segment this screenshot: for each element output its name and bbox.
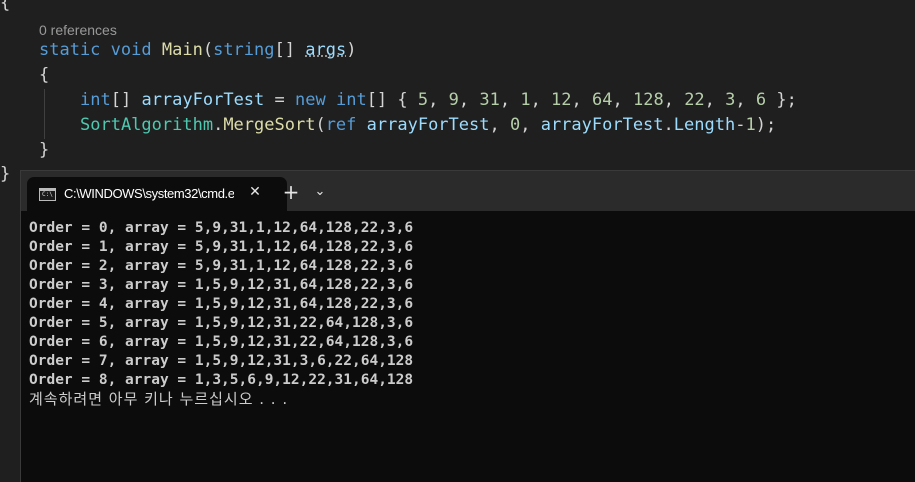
press-any-key-prompt: 계속하려면 아무 키나 누르십시오 . . . [29,390,289,408]
num: 5 [417,90,429,110]
type-int: int [80,90,111,110]
dot: . [663,115,674,135]
assign-op: = [264,90,295,110]
num: 6 [755,90,767,110]
output-line: Order = 4, array = 1,5,9,12,31,64,128,22… [29,296,414,312]
keyword-void: void [110,40,152,60]
num: 31 [479,90,500,110]
output-line: Order = 1, array = 5,9,31,1,12,64,128,22… [29,239,414,255]
paren-close-semicolon: ); [755,115,777,135]
cmd-icon-text: C:\ [42,191,53,198]
method-MergeSort: MergeSort [223,115,316,135]
initializer-close: }; [766,90,797,110]
terminal-tab-bar: C:\ C:\WINDOWS\system32\cmd.exe ✕ + ⌄ [21,171,915,211]
code-editor[interactable]: { 0 references static void Main(string[]… [0,0,915,190]
method-name: Main [161,40,203,60]
param-args: args [305,40,347,60]
class-open-brace: { [0,0,11,13]
type-int-2: int [335,90,367,110]
minus: - [735,115,746,135]
paren-close: ) [346,40,357,60]
tab-title: C:\WINDOWS\system32\cmd.exe [64,186,234,201]
console-output[interactable]: Order = 0, array = 5,9,31,1,12,64,128,22… [29,219,413,409]
num: 22 [684,90,705,110]
paren-open: ( [315,115,326,135]
mergesort-call-line: SortAlgorithm.MergeSort(ref arrayForTest… [80,115,776,135]
comma: , [489,115,510,135]
prop-Length: Length [673,115,736,135]
indent-guide [44,89,45,139]
keyword-ref: ref [325,115,357,135]
array-brackets: [] [110,90,132,110]
array-declaration-line: int[] arrayForTest = new int[] { 5, 9, 3… [80,90,797,110]
method-signature-line: static void Main(string[] args) [39,40,356,60]
paren-open: ( [202,40,214,60]
output-line: Order = 5, array = 1,5,9,12,31,22,64,128… [29,315,414,331]
output-line: Order = 2, array = 5,9,31,1,12,64,128,22… [29,258,414,274]
arg-zero: 0 [509,115,521,135]
num-one: 1 [745,115,756,135]
codelens-references[interactable]: 0 references [39,22,117,38]
class-close-brace: } [0,164,11,184]
output-line: Order = 3, array = 1,5,9,12,31,64,128,22… [29,277,414,293]
output-line: Order = 6, array = 1,5,9,12,31,22,64,128… [29,334,414,350]
keyword-new: new [295,90,326,110]
terminal-tab[interactable]: C:\ C:\WINDOWS\system32\cmd.exe ✕ [27,177,287,211]
num: 3 [725,90,736,110]
array-brackets: [] [274,40,295,60]
num: 64 [592,90,613,110]
method-body-open: { [39,65,50,85]
var-arrayForTest: arrayForTest [141,90,265,110]
output-line: Order = 7, array = 1,5,9,12,31,3,6,22,64… [29,353,414,369]
num: 128 [632,90,664,110]
type-string: string [213,40,275,60]
cmd-icon: C:\ [39,188,56,201]
num: 12 [551,90,572,110]
comma: , [520,115,541,135]
close-icon[interactable]: ✕ [245,182,265,202]
num: 9 [448,90,459,110]
class-SortAlgorithm: SortAlgorithm [80,115,214,135]
terminal-window[interactable]: C:\ C:\WINDOWS\system32\cmd.exe ✕ + ⌄ Or… [20,170,915,482]
output-line: Order = 8, array = 1,3,5,6,9,12,22,31,64… [29,372,414,388]
keyword-static: static [39,40,101,60]
chevron-down-icon[interactable]: ⌄ [311,182,329,202]
method-body-close: } [39,140,50,160]
initializer-open: [] { [366,90,418,110]
dot: . [213,115,224,135]
new-tab-button[interactable]: + [279,180,303,204]
arg-arrayForTest: arrayForTest [366,115,490,135]
arg-arrayForTest-2: arrayForTest [540,115,664,135]
output-line: Order = 0, array = 5,9,31,1,12,64,128,22… [29,220,414,236]
num: 1 [520,90,531,110]
